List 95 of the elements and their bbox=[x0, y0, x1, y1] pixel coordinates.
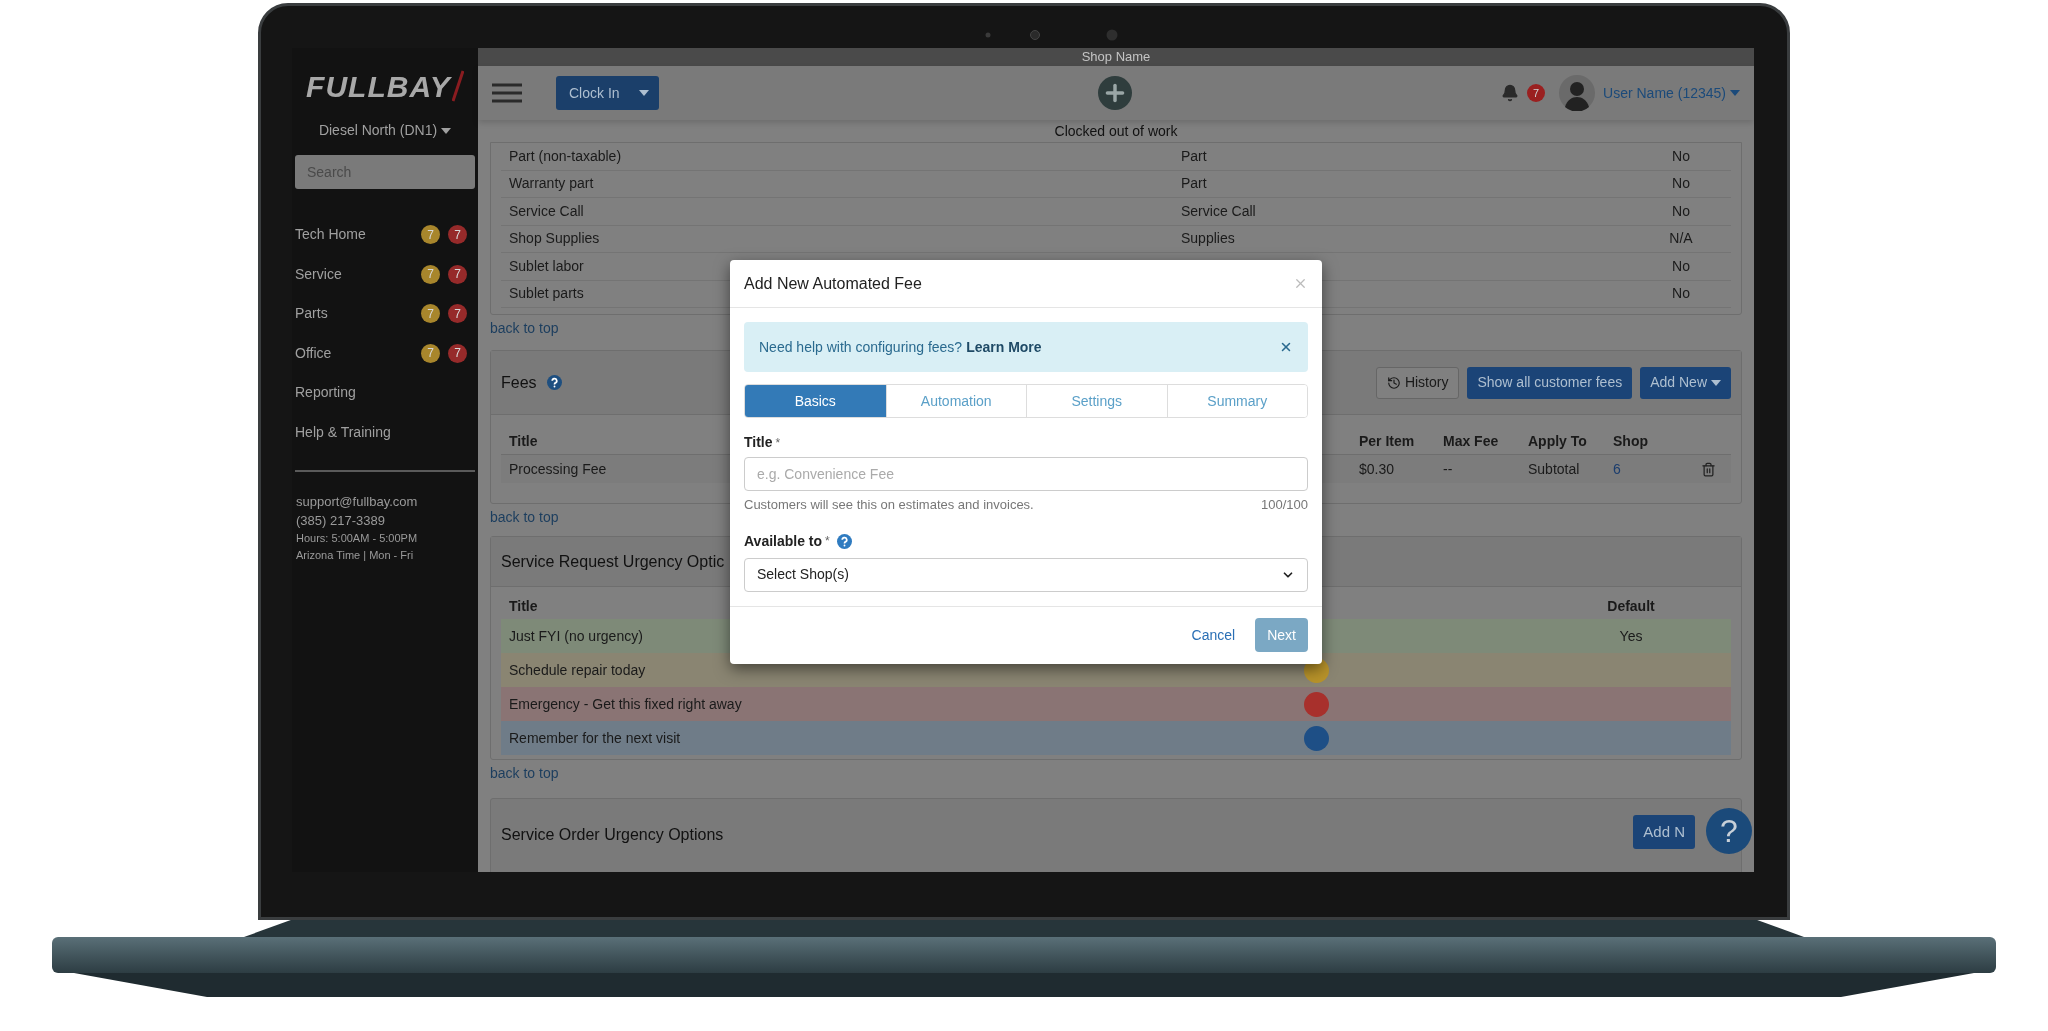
title-field[interactable]: e.g. Convenience Fee bbox=[744, 457, 1308, 491]
logo: FULLBAY bbox=[306, 68, 451, 105]
store-selector[interactable]: Diesel North (DN1) bbox=[318, 120, 452, 141]
nav-link[interactable]: Parts bbox=[295, 303, 328, 325]
table-cell-text: Remember for the next visit bbox=[509, 728, 681, 748]
table-cell: Supplies bbox=[1181, 230, 1235, 247]
table-cell-text: No bbox=[1672, 284, 1690, 304]
required-mark: * bbox=[775, 434, 781, 452]
history-icon bbox=[1386, 375, 1401, 390]
help-icon[interactable] bbox=[546, 375, 562, 390]
caret-icon bbox=[639, 90, 649, 96]
table-cell-text: Warranty part bbox=[509, 174, 594, 194]
table-cell-text: No bbox=[1672, 256, 1690, 276]
wizard-tab[interactable]: Summary bbox=[1166, 385, 1307, 417]
table-cell-text: Emergency - Get this fixed right away bbox=[509, 694, 742, 714]
notification-badge: 7 bbox=[1527, 84, 1546, 102]
help-icon[interactable] bbox=[836, 533, 852, 549]
table-cell-text: Processing Fee bbox=[509, 459, 607, 479]
column-header: Title bbox=[509, 432, 538, 451]
nav-link[interactable]: Service bbox=[295, 263, 342, 285]
alert-text: Need help with configuring fees? bbox=[759, 337, 963, 357]
camera-icon bbox=[983, 28, 1119, 42]
cancel-button[interactable]: Cancel bbox=[1187, 624, 1240, 646]
learn-more-link[interactable]: Learn More bbox=[966, 336, 1042, 358]
table-cell-text: $0.30 bbox=[1359, 459, 1395, 479]
column-header: Shop bbox=[1613, 432, 1648, 451]
add-new-button[interactable]: Add N bbox=[1633, 815, 1695, 849]
contact-info: support@fullbay.com bbox=[296, 493, 419, 511]
count-badge: 7 bbox=[421, 304, 440, 324]
count-badge: 7 bbox=[448, 225, 467, 245]
character-counter: 100/100 bbox=[1261, 496, 1308, 514]
menu-icon[interactable] bbox=[492, 83, 522, 103]
count-badge: 7 bbox=[421, 343, 440, 363]
section-title: Service Order Urgency Options bbox=[501, 825, 724, 845]
modal-title: Add New Automated Fee bbox=[744, 273, 922, 294]
nav-link[interactable]: Reporting bbox=[295, 382, 356, 404]
column-header: Per Item bbox=[1359, 432, 1415, 451]
close-icon[interactable] bbox=[1279, 340, 1293, 354]
back-to-top-link[interactable]: back to top bbox=[490, 506, 559, 528]
table-cell-text: Subtotal bbox=[1528, 459, 1580, 479]
delete-icon[interactable] bbox=[1701, 461, 1716, 477]
table-cell: Service Call bbox=[1181, 202, 1256, 219]
table-cell-text: Service Call bbox=[509, 201, 584, 221]
back-to-top-link[interactable]: back to top bbox=[490, 317, 559, 339]
column-header: Max Fee bbox=[1443, 432, 1499, 451]
count-badge: 7 bbox=[448, 304, 467, 324]
contact-info: Hours: 5:00AM - 5:00PM bbox=[296, 531, 419, 546]
avatar-icon[interactable] bbox=[1559, 75, 1596, 111]
field-label: Title bbox=[744, 433, 773, 452]
nav-link[interactable]: Tech Home bbox=[295, 224, 366, 246]
column-header: Title bbox=[509, 596, 538, 616]
clock-in-button[interactable]: Clock In bbox=[556, 76, 659, 110]
table-cell-text: Part (non-taxable) bbox=[509, 146, 622, 166]
field-label: Available to bbox=[744, 531, 823, 551]
clock-status: Clocked out of work bbox=[1054, 121, 1178, 141]
contact-info: (385) 217-3389 bbox=[296, 512, 386, 530]
contact-info: Arizona Time | Mon - Fri bbox=[296, 548, 415, 563]
nav-link[interactable]: Office bbox=[295, 342, 332, 364]
wizard-tab[interactable]: Basics bbox=[745, 385, 886, 417]
add-icon[interactable] bbox=[1098, 76, 1132, 110]
count-badge: 7 bbox=[421, 225, 440, 245]
caret-icon bbox=[441, 127, 452, 134]
nav-link[interactable]: Help & Training bbox=[295, 421, 391, 443]
table-cell-text: Sublet parts bbox=[509, 284, 584, 304]
field-hint: Customers will see this on estimates and invoices. bbox=[744, 496, 1034, 514]
table-cell-text: No bbox=[1672, 146, 1690, 166]
table-cell-text: Shop Supplies bbox=[509, 229, 600, 249]
table-cell-text: Schedule repair today bbox=[509, 660, 646, 680]
required-mark: * bbox=[825, 533, 830, 550]
notification-bell-icon[interactable] bbox=[1501, 84, 1520, 102]
table-cell-text: -- bbox=[1443, 459, 1453, 479]
table-cell-text: N/A bbox=[1669, 229, 1693, 249]
logo-slash-icon bbox=[451, 69, 464, 103]
section-title: Fees bbox=[501, 372, 537, 393]
back-to-top-link[interactable]: back to top bbox=[490, 762, 559, 784]
column-header: Apply To bbox=[1528, 432, 1587, 451]
section-title: Service Request Urgency Optic bbox=[501, 551, 725, 572]
shop-name: Shop Name bbox=[1081, 48, 1151, 67]
table-cell: Part bbox=[1181, 147, 1207, 164]
table-cell-text: No bbox=[1672, 174, 1690, 194]
add-new-button[interactable]: Add New bbox=[1640, 366, 1731, 399]
count-badge: 7 bbox=[448, 343, 467, 363]
table-cell-text: Just FYI (no urgency) bbox=[509, 626, 643, 646]
count-badge: 7 bbox=[448, 264, 467, 284]
column-header: Default bbox=[1607, 596, 1655, 616]
table-cell: Part bbox=[1181, 175, 1207, 192]
history-button[interactable]: History bbox=[1375, 366, 1460, 399]
caret-icon bbox=[1711, 379, 1721, 386]
show-all-fees-button[interactable]: Show all customer fees bbox=[1467, 366, 1633, 399]
table-cell-text: Sublet labor bbox=[509, 256, 584, 276]
shop-select[interactable]: Select Shop(s) bbox=[744, 557, 1308, 592]
caret-icon bbox=[1730, 90, 1740, 96]
table-cell-text: No bbox=[1672, 201, 1690, 221]
count-badge: 7 bbox=[421, 264, 440, 284]
table-cell: Yes bbox=[1619, 627, 1643, 644]
